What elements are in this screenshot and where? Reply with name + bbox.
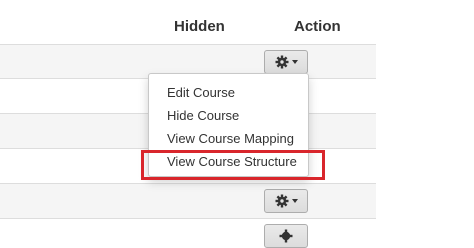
table-row	[0, 218, 376, 248]
column-header-action: Action	[294, 18, 341, 35]
action-dropdown-button[interactable]	[264, 224, 308, 248]
chevron-down-icon	[291, 60, 298, 64]
chevron-down-icon	[291, 199, 298, 203]
column-header-hidden: Hidden	[174, 18, 225, 35]
table-row	[0, 183, 376, 219]
gear-icon	[275, 194, 288, 208]
action-dropdown-button[interactable]	[264, 189, 308, 213]
gear-icon	[275, 55, 288, 69]
gear-icon	[279, 229, 293, 243]
table-header: Hidden Action	[0, 0, 376, 44]
menu-item-edit-course[interactable]: Edit Course	[167, 85, 235, 100]
action-dropdown-button[interactable]	[264, 50, 308, 74]
menu-item-hide-course[interactable]: Hide Course	[167, 108, 239, 123]
menu-item-view-course-mapping[interactable]: View Course Mapping	[167, 131, 294, 146]
highlight-box	[141, 150, 325, 180]
